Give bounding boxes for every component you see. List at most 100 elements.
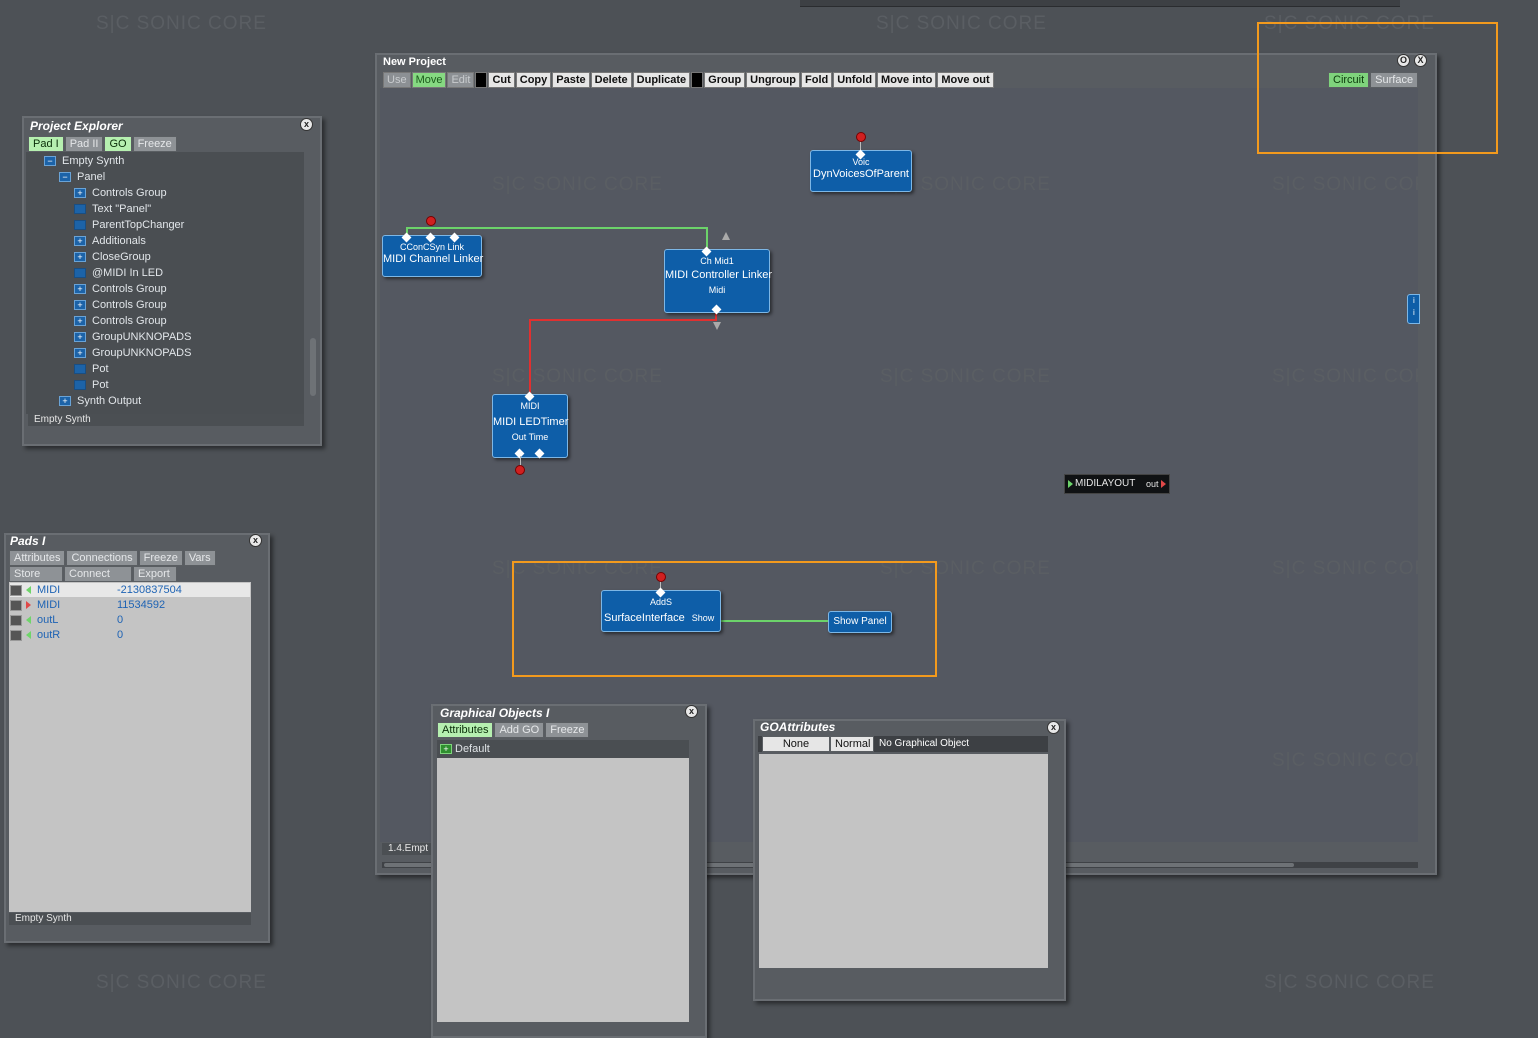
tree-item[interactable]: Text "Panel"	[74, 201, 151, 217]
tree-item[interactable]: Pot	[74, 361, 109, 377]
graphical-objects-close-button[interactable]: x	[685, 705, 698, 718]
input-arrow-icon	[26, 586, 31, 595]
module-edge-partial[interactable]: i i	[1407, 294, 1420, 324]
tree-item[interactable]: + Controls Group	[74, 297, 167, 313]
pad-name: MIDI	[37, 584, 61, 596]
module-midi-ledtimer[interactable]: MIDI MIDI LEDTimer Out Time	[492, 394, 568, 458]
expand-icon[interactable]: +	[74, 332, 86, 343]
expand-icon[interactable]: +	[59, 396, 71, 407]
tree-item[interactable]: + GroupUNKNOPADS	[74, 329, 191, 345]
tree-item-label: Controls Group	[92, 315, 167, 327]
connect-button[interactable]: Connect	[64, 566, 132, 582]
node-icon	[74, 268, 86, 279]
expand-icon[interactable]: +	[74, 252, 86, 263]
module-midi-controller-linker[interactable]: Ch Mid1 MIDI Controller Linker Midi	[664, 249, 772, 313]
pad-row[interactable]: MIDI 11534592	[10, 598, 250, 612]
red-pin-ball[interactable]	[856, 132, 866, 142]
expand-icon[interactable]: +	[440, 744, 452, 754]
expand-icon[interactable]: +	[74, 348, 86, 359]
group-button[interactable]: Group	[704, 72, 746, 88]
duplicate-button[interactable]: Duplicate	[632, 72, 691, 88]
go-attributes-close-button[interactable]: x	[1047, 721, 1060, 734]
pad-icon	[10, 614, 22, 626]
module-ports: CConCSyn Link	[399, 242, 465, 252]
tree-item-label: GroupUNKNOPADS	[92, 347, 192, 359]
go-item-default[interactable]: Default	[455, 742, 490, 756]
project-explorer-close-button[interactable]: x	[300, 118, 313, 131]
pad-row[interactable]: outL 0	[10, 613, 250, 627]
store-button[interactable]: Store	[9, 566, 63, 582]
fold-button[interactable]: Fold	[801, 72, 833, 88]
tab-freeze[interactable]: Freeze	[132, 136, 177, 152]
expand-icon[interactable]: +	[74, 300, 86, 311]
pads-close-button[interactable]: x	[249, 534, 262, 547]
tree-item[interactable]: + Controls Group	[74, 281, 167, 297]
expand-icon[interactable]: +	[74, 316, 86, 327]
go-attributes-header: None Normal No Graphical Object	[758, 736, 1048, 752]
tree-item[interactable]: + GroupUNKNOPADS	[74, 345, 191, 361]
tree-item[interactable]: + CloseGroup	[74, 249, 151, 265]
toolbar-separator	[475, 72, 488, 88]
tree-item[interactable]: − Panel	[59, 169, 105, 185]
module-name: DynVoicesOfParent	[813, 168, 909, 180]
move-into-button[interactable]: Move into	[877, 72, 937, 88]
expand-icon[interactable]: +	[74, 284, 86, 295]
tool-edit-button[interactable]: Edit	[447, 72, 475, 88]
module-ports: MIDI	[520, 401, 540, 411]
tab-freeze[interactable]: Freeze	[138, 550, 183, 566]
tree-item-label: Empty Synth	[62, 155, 125, 167]
cut-button[interactable]: Cut	[488, 72, 515, 88]
move-out-button[interactable]: Move out	[937, 72, 994, 88]
tab-go[interactable]: GO	[104, 136, 132, 152]
tool-move-button[interactable]: Move	[411, 72, 447, 88]
pad-row[interactable]: outR 0	[10, 628, 250, 642]
collapse-icon[interactable]: −	[44, 156, 56, 167]
top-panel-stub	[800, 0, 1400, 7]
tree-item[interactable]: @MIDI In LED	[74, 265, 163, 281]
delete-button[interactable]: Delete	[590, 72, 632, 88]
pads-status: Empty Synth	[9, 913, 251, 925]
expand-icon[interactable]: +	[74, 188, 86, 199]
red-pin-ball[interactable]	[515, 465, 525, 475]
tree-item[interactable]: ParentTopChanger	[74, 217, 184, 233]
watermark: S|C SONIC CORE	[880, 366, 1051, 387]
module-midilayout[interactable]: MIDILAYOUT out	[1064, 474, 1170, 494]
tree-item-label: Controls Group	[92, 283, 167, 295]
module-midi-channel-linker[interactable]: CConCSyn Link MIDI Channel Linker	[382, 235, 483, 277]
tree-item[interactable]: + Controls Group	[74, 313, 167, 329]
tree-item[interactable]: Pot	[74, 377, 109, 393]
project-tree[interactable]: − Empty Synth − Panel + Controls Group Text "P…	[26, 152, 304, 414]
normal-button[interactable]: Normal	[830, 736, 874, 752]
tab-connections[interactable]: Connections	[66, 550, 138, 566]
tree-item-label: @MIDI In LED	[92, 267, 164, 279]
expand-icon[interactable]: +	[74, 236, 86, 247]
tree-scrollbar-thumb[interactable]	[310, 338, 316, 396]
tab-vars[interactable]: Vars	[183, 550, 216, 566]
go-attributes-info: No Graphical Object	[879, 738, 970, 749]
tree-item[interactable]: + Additionals	[74, 233, 146, 249]
project-explorer-tabs: Pad I Pad II GO Freeze	[28, 136, 177, 152]
copy-button[interactable]: Copy	[515, 72, 552, 88]
tree-item[interactable]: + Controls Group	[74, 185, 167, 201]
paste-button[interactable]: Paste	[552, 72, 590, 88]
tab-add-go[interactable]: Add GO	[494, 722, 545, 738]
pad-row[interactable]: MIDI -2130837504	[10, 583, 250, 597]
tab-pad-ii[interactable]: Pad II	[64, 136, 104, 152]
export-button[interactable]: Export	[133, 566, 177, 582]
module-port: i	[1413, 296, 1415, 305]
collapse-icon[interactable]: −	[59, 172, 71, 183]
green-in-arrow-icon	[1068, 480, 1073, 488]
watermark: S|C SONIC CORE	[492, 174, 663, 195]
tab-attributes[interactable]: Attributes	[9, 550, 66, 566]
tool-use-button[interactable]: Use	[383, 72, 411, 88]
unfold-button[interactable]: Unfold	[833, 72, 877, 88]
node-icon	[74, 220, 86, 231]
tab-pad-i[interactable]: Pad I	[28, 136, 64, 152]
ungroup-button[interactable]: Ungroup	[746, 72, 800, 88]
none-button[interactable]: None	[762, 736, 830, 752]
tab-attributes[interactable]: Attributes	[437, 722, 494, 738]
red-pin-ball[interactable]	[426, 216, 436, 226]
tree-item[interactable]: + Synth Output	[59, 393, 141, 409]
tree-item[interactable]: − Empty Synth	[44, 153, 124, 169]
tab-freeze[interactable]: Freeze	[545, 722, 590, 738]
